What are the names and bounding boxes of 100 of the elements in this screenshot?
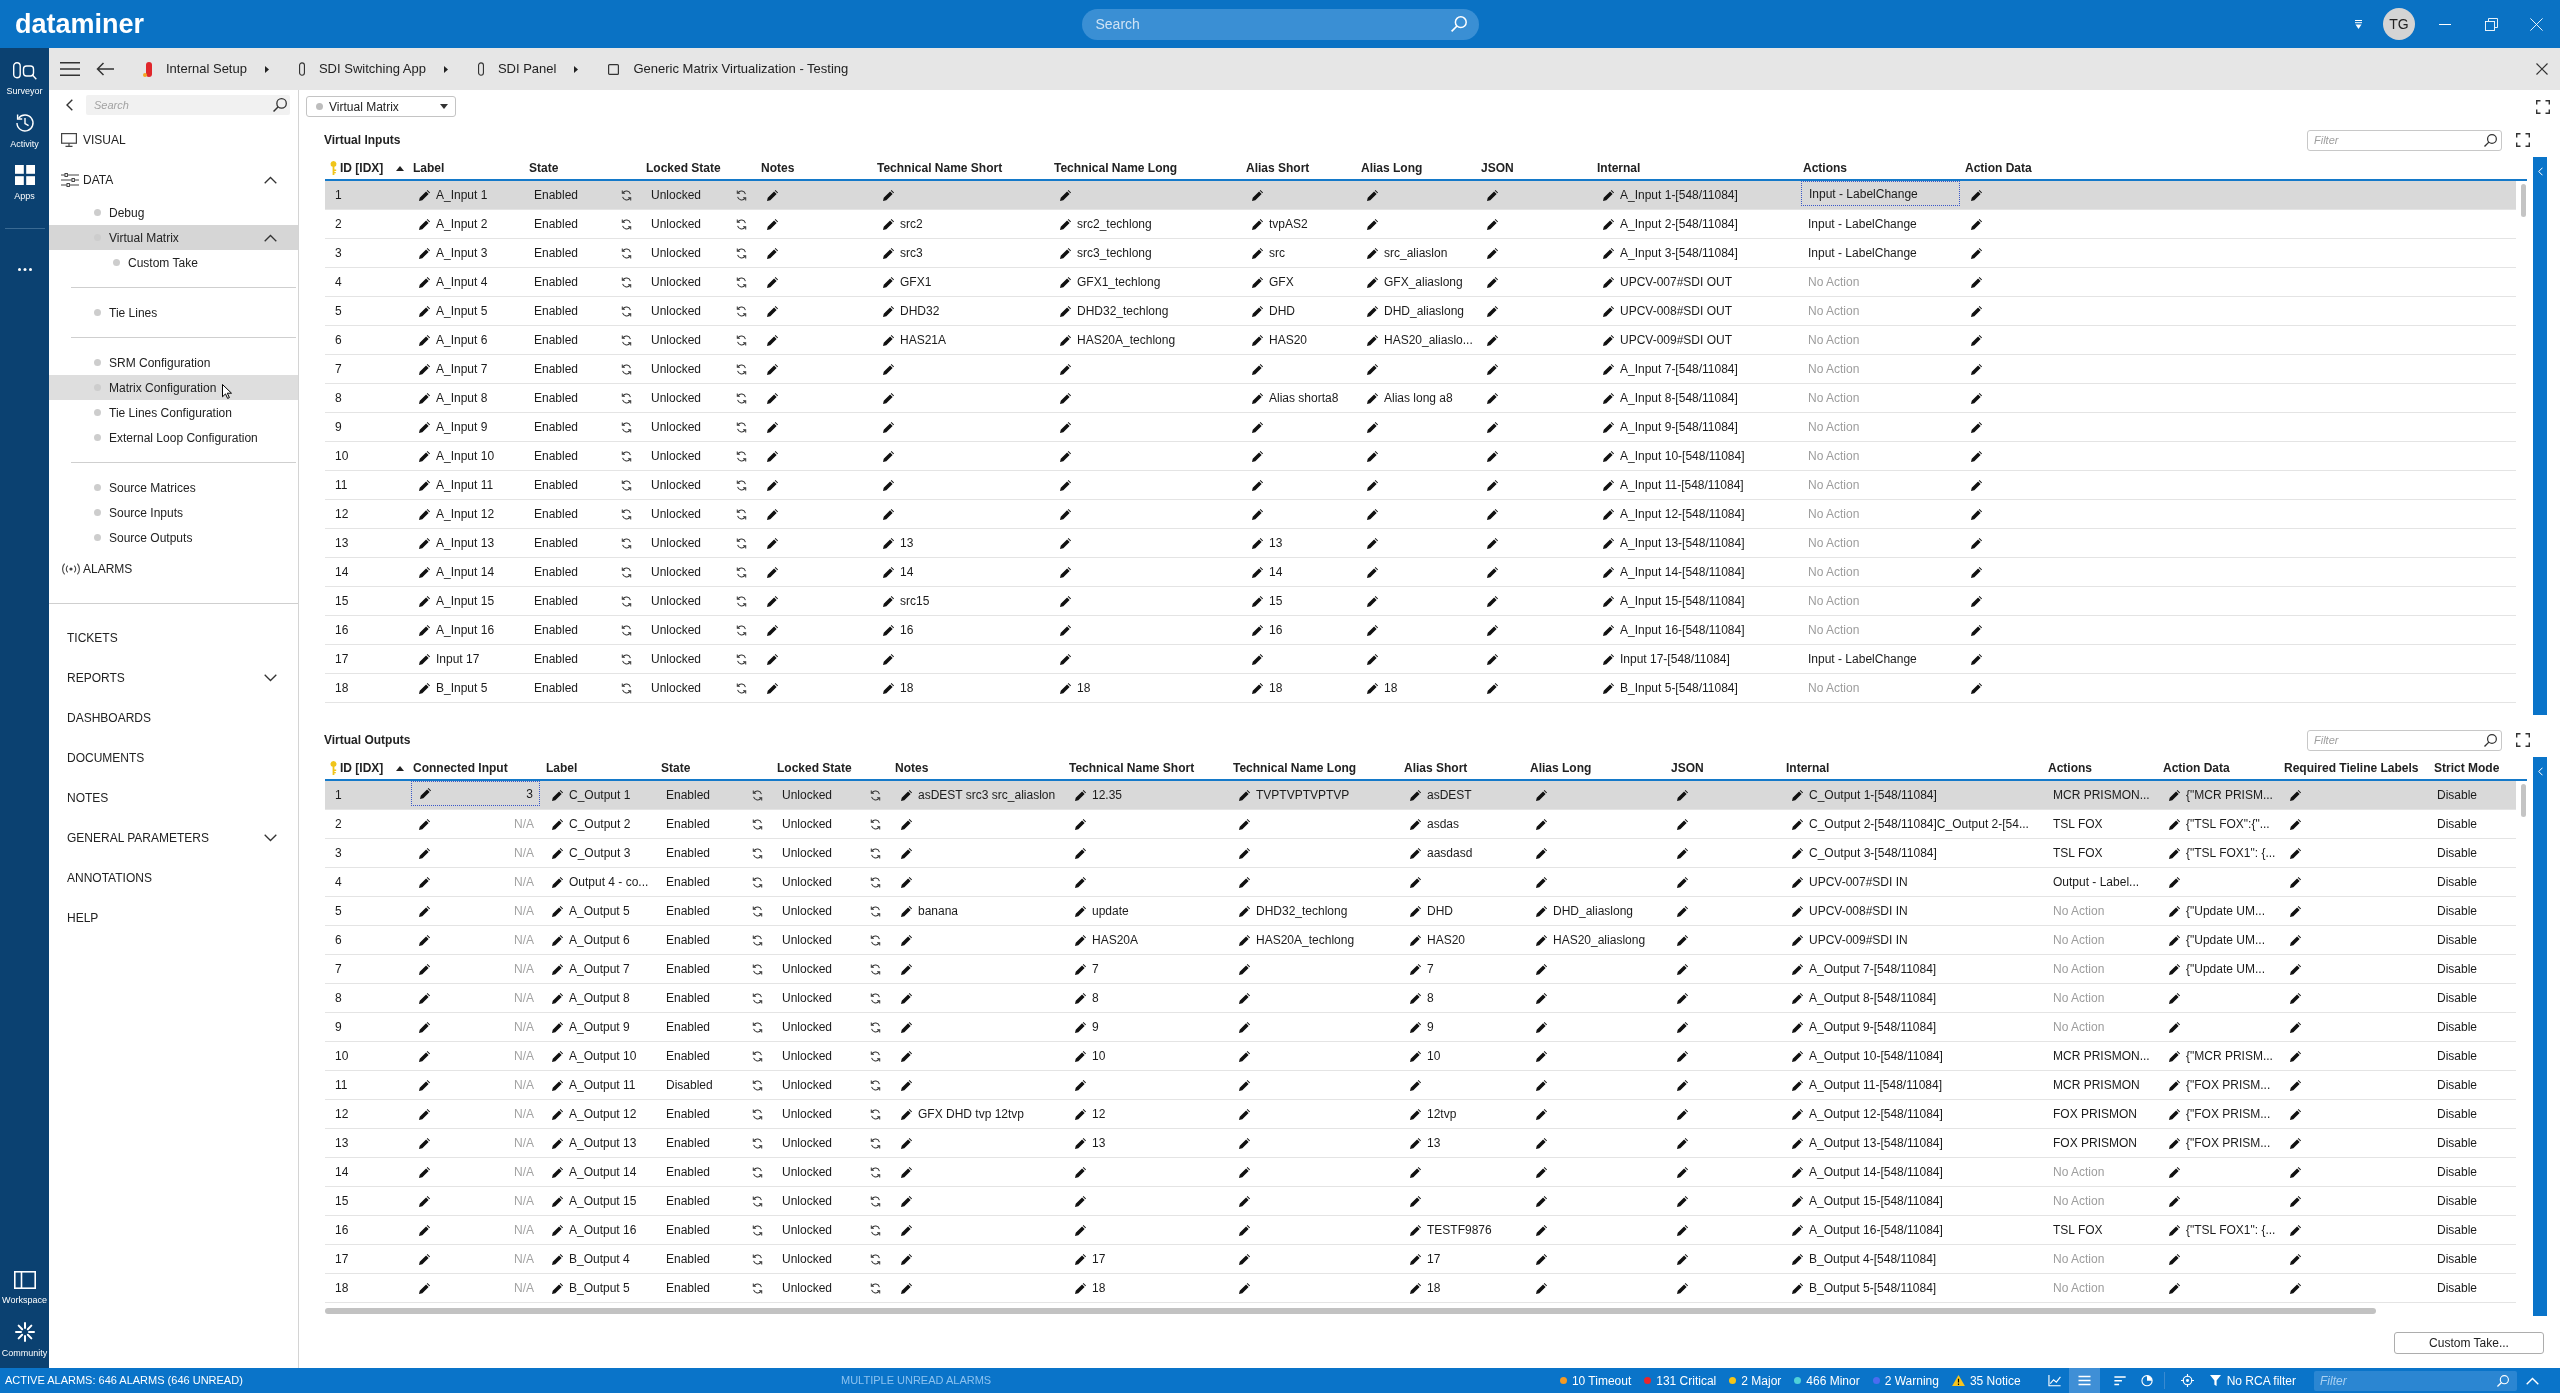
column-header[interactable]: Technical Name Long xyxy=(1233,759,1357,777)
pencil-icon[interactable] xyxy=(1677,1282,1688,1294)
refresh-icon[interactable] xyxy=(736,479,747,491)
pencil-icon[interactable] xyxy=(1252,189,1263,201)
refresh-icon[interactable] xyxy=(752,1195,763,1207)
close-icon[interactable] xyxy=(2536,63,2548,75)
triangle-right-icon[interactable] xyxy=(264,65,269,73)
pencil-icon[interactable] xyxy=(1252,595,1263,607)
pencil-icon[interactable] xyxy=(2290,1050,2301,1062)
column-header[interactable]: Internal xyxy=(1786,759,1830,777)
column-header[interactable]: ID [IDX] xyxy=(340,759,384,777)
pencil-icon[interactable] xyxy=(1367,508,1378,520)
target-icon[interactable] xyxy=(2180,1374,2194,1387)
pencil-icon[interactable] xyxy=(2290,1079,2301,1091)
pencil-icon[interactable] xyxy=(1060,595,1071,607)
column-header[interactable]: Connected Input xyxy=(413,759,508,777)
pencil-icon[interactable] xyxy=(1060,682,1071,694)
pencil-icon[interactable] xyxy=(1060,189,1071,201)
refresh-icon[interactable] xyxy=(736,392,747,404)
pencil-icon[interactable] xyxy=(883,624,894,636)
pencil-icon[interactable] xyxy=(1536,963,1547,975)
pencil-icon[interactable] xyxy=(767,537,778,549)
pencil-icon[interactable] xyxy=(419,1137,430,1149)
pencil-icon[interactable] xyxy=(1252,392,1263,404)
refresh-icon[interactable] xyxy=(621,537,632,549)
pencil-icon[interactable] xyxy=(1410,1050,1421,1062)
pencil-icon[interactable] xyxy=(1487,363,1498,375)
pencil-icon[interactable] xyxy=(2290,1166,2301,1178)
pencil-icon[interactable] xyxy=(1487,653,1498,665)
pencil-icon[interactable] xyxy=(1252,334,1263,346)
pencil-icon[interactable] xyxy=(1410,963,1421,975)
pencil-icon[interactable] xyxy=(552,1224,563,1236)
pencil-icon[interactable] xyxy=(2169,1224,2180,1236)
pencil-icon[interactable] xyxy=(883,537,894,549)
pencil-icon[interactable] xyxy=(419,905,430,917)
pencil-icon[interactable] xyxy=(1075,1166,1086,1178)
pencil-icon[interactable] xyxy=(1239,789,1250,801)
pencil-icon[interactable] xyxy=(1060,421,1071,433)
pencil-icon[interactable] xyxy=(1252,508,1263,520)
pencil-icon[interactable] xyxy=(901,1224,912,1236)
pencil-icon[interactable] xyxy=(1060,450,1071,462)
pencil-icon[interactable] xyxy=(1239,1021,1250,1033)
pencil-icon[interactable] xyxy=(1075,1224,1086,1236)
minimize-icon[interactable] xyxy=(2439,23,2451,25)
pencil-icon[interactable] xyxy=(1536,1282,1547,1294)
pencil-icon[interactable] xyxy=(1239,847,1250,859)
refresh-icon[interactable] xyxy=(736,305,747,317)
pencil-icon[interactable] xyxy=(1410,1166,1421,1178)
pencil-icon[interactable] xyxy=(1603,595,1614,607)
column-header[interactable]: Label xyxy=(413,159,445,177)
rail-button[interactable]: Community xyxy=(0,1314,49,1366)
pencil-icon[interactable] xyxy=(1487,537,1498,549)
pencil-icon[interactable] xyxy=(1536,1224,1547,1236)
refresh-icon[interactable] xyxy=(752,1108,763,1120)
side-panel-toggle[interactable] xyxy=(2533,157,2547,715)
pencil-icon[interactable] xyxy=(1367,537,1378,549)
refresh-icon[interactable] xyxy=(752,847,763,859)
pencil-icon[interactable] xyxy=(1367,392,1378,404)
triangle-right-icon[interactable] xyxy=(574,65,579,73)
pencil-icon[interactable] xyxy=(552,1108,563,1120)
pencil-icon[interactable] xyxy=(1536,1050,1547,1062)
pencil-icon[interactable] xyxy=(1971,247,1982,259)
refresh-icon[interactable] xyxy=(736,450,747,462)
column-header[interactable]: JSON xyxy=(1671,759,1704,777)
pencil-icon[interactable] xyxy=(1239,1079,1250,1091)
pencil-icon[interactable] xyxy=(1367,595,1378,607)
pencil-icon[interactable] xyxy=(1536,847,1547,859)
pencil-icon[interactable] xyxy=(420,788,431,799)
pencil-icon[interactable] xyxy=(1239,1050,1250,1062)
pencil-icon[interactable] xyxy=(883,595,894,607)
breadcrumb-link[interactable]: Internal Setup xyxy=(143,59,247,79)
lines-caret-down-icon[interactable] xyxy=(2355,19,2362,29)
pencil-icon[interactable] xyxy=(2290,905,2301,917)
pencil-icon[interactable] xyxy=(2169,1050,2180,1062)
pencil-icon[interactable] xyxy=(552,789,563,801)
pencil-icon[interactable] xyxy=(1971,624,1982,636)
nav-item[interactable]: DATA xyxy=(49,160,298,200)
pencil-icon[interactable] xyxy=(1410,818,1421,830)
column-header[interactable]: Action Data xyxy=(1965,159,2032,177)
pencil-icon[interactable] xyxy=(1487,624,1498,636)
vertical-scrollbar[interactable] xyxy=(2521,784,2526,817)
pencil-icon[interactable] xyxy=(1603,508,1614,520)
pencil-icon[interactable] xyxy=(1792,934,1803,946)
pencil-icon[interactable] xyxy=(1536,1021,1547,1033)
pencil-icon[interactable] xyxy=(1075,1137,1086,1149)
pencil-icon[interactable] xyxy=(767,595,778,607)
pencil-icon[interactable] xyxy=(419,247,430,259)
refresh-icon[interactable] xyxy=(752,934,763,946)
chevron-left-icon[interactable] xyxy=(66,99,73,111)
pencil-icon[interactable] xyxy=(1367,189,1378,201)
pencil-icon[interactable] xyxy=(2169,1253,2180,1265)
pencil-icon[interactable] xyxy=(767,189,778,201)
refresh-icon[interactable] xyxy=(621,653,632,665)
nav-item[interactable]: Virtual Matrix xyxy=(49,225,298,250)
column-header[interactable]: Label xyxy=(546,759,578,777)
column-header[interactable]: Actions xyxy=(2048,759,2092,777)
pencil-icon[interactable] xyxy=(1677,963,1688,975)
pencil-icon[interactable] xyxy=(1060,653,1071,665)
pencil-icon[interactable] xyxy=(1239,992,1250,1004)
nav-item[interactable]: DASHBOARDS xyxy=(49,698,298,738)
